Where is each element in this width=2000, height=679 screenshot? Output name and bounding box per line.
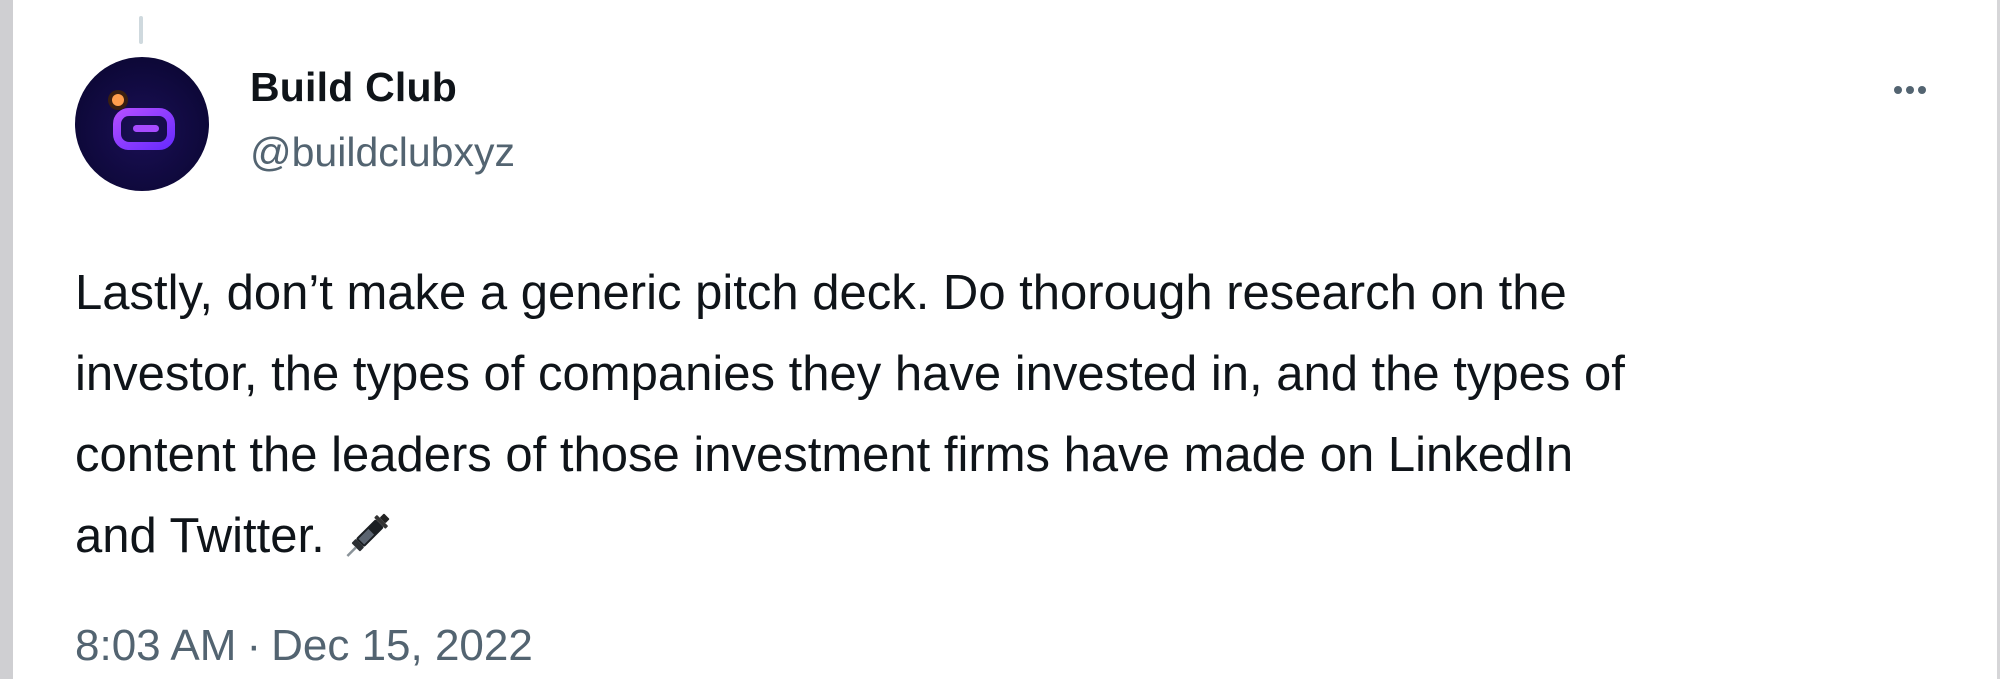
tweet-time[interactable]: 8:03 AM: [75, 621, 236, 670]
tweet-text-line-last: and Twitter.: [75, 496, 1935, 591]
left-border: [0, 0, 13, 679]
tweet-text-line: and Twitter.: [75, 509, 325, 563]
tweet-timestamp[interactable]: 8:03 AM · Dec 15, 2022: [75, 621, 533, 671]
thread-connector-line: [139, 16, 143, 44]
tweet-text-line: content the leaders of those investment …: [75, 428, 1574, 482]
tweet-text: Lastly, don’t make a generic pitch deck.…: [75, 253, 1935, 591]
date-separator: ·: [246, 621, 262, 670]
tweet-page: Build Club @buildclubxyz Lastly, don’t m…: [0, 0, 2000, 679]
more-options-button[interactable]: [1880, 70, 1940, 110]
more-horizontal-icon: [1894, 86, 1926, 94]
syringe-emoji-icon: [337, 506, 397, 591]
tweet-text-line: investor, the types of companies they ha…: [75, 347, 1625, 401]
author-handle[interactable]: @buildclubxyz: [250, 129, 515, 176]
tweet-date[interactable]: Dec 15, 2022: [271, 621, 533, 670]
build-club-logo-icon: [108, 90, 175, 150]
tweet-text-line: Lastly, don’t make a generic pitch deck.…: [75, 266, 1567, 320]
avatar[interactable]: [75, 57, 209, 191]
author-name[interactable]: Build Club: [250, 64, 457, 111]
